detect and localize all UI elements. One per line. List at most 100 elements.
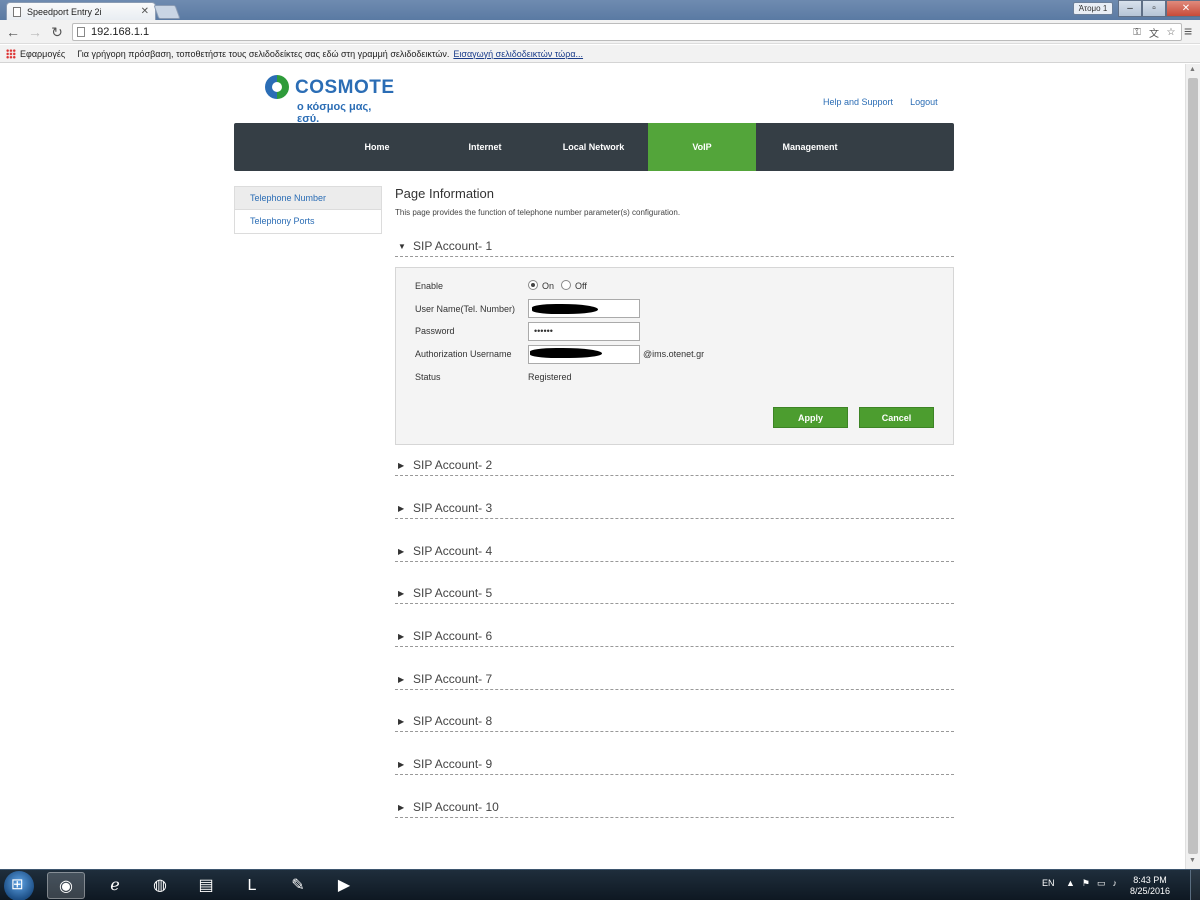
brand-name: COSMOTE	[295, 77, 395, 98]
volume-icon[interactable]: ♪	[1113, 878, 1118, 889]
media-player-taskbar-icon[interactable]: ▶	[325, 872, 363, 899]
collapsed-arrow-icon: ▶	[398, 760, 405, 769]
import-bookmarks-link[interactable]: Εισαγωγή σελιδοδεικτών τώρα...	[453, 49, 583, 59]
sip-account-title: SIP Account- 8	[413, 714, 493, 728]
browser-titlebar: Speedport Entry 2i ✕ Άτομο 1 – ▫ ✕	[0, 0, 1200, 20]
sidebar-item-telephony-ports[interactable]: Telephony Ports	[235, 210, 381, 233]
windows-taskbar: ◉ ℯ ◍ ▤ L ✎ ▶ EN ▲ ⚑ ▭ ♪ 8:43 PM 8/25/20…	[0, 869, 1200, 900]
bookmarks-bar: Εφαρμογές Για γρήγορη πρόσβαση, τοποθετή…	[0, 45, 1200, 63]
show-hidden-icons-icon[interactable]: ▲	[1066, 878, 1075, 889]
sip-account-header-5[interactable]: ▶ SIP Account- 5	[395, 586, 954, 604]
enable-off-radio[interactable]	[561, 280, 571, 290]
username-input[interactable]	[528, 299, 640, 318]
collapsed-arrow-icon: ▶	[398, 589, 405, 598]
browser-tab[interactable]: Speedport Entry 2i ✕	[6, 2, 156, 20]
apply-button[interactable]: Apply	[773, 407, 848, 428]
back-icon[interactable]: ←	[4, 23, 22, 41]
redacted-username	[532, 304, 598, 314]
url-text[interactable]: 192.168.1.1	[91, 26, 1130, 38]
nav-local-network[interactable]: Local Network	[539, 123, 648, 171]
scroll-down-icon[interactable]: ▼	[1189, 857, 1196, 864]
close-tab-icon[interactable]: ✕	[141, 6, 149, 17]
sip-account-header-1[interactable]: ▼ SIP Account- 1	[395, 239, 954, 257]
enable-on-radio[interactable]	[528, 280, 538, 290]
cosmote-logo[interactable]: COSMOTE ο κόσμος μας, εσύ.	[265, 75, 395, 125]
nav-management[interactable]: Management	[756, 123, 864, 171]
forward-icon[interactable]: →	[26, 23, 44, 41]
header-links: Help and Support Logout	[823, 97, 938, 107]
sip-account-header-7[interactable]: ▶ SIP Account- 7	[395, 672, 954, 690]
enable-off-label: Off	[575, 281, 587, 291]
profile-button[interactable]: Άτομο 1	[1073, 2, 1113, 15]
apps-icon[interactable]	[6, 48, 16, 59]
nav-internet[interactable]: Internet	[431, 123, 539, 171]
sidebar-item-telephone-number[interactable]: Telephone Number	[235, 187, 381, 210]
close-window-button[interactable]: ✕	[1166, 0, 1200, 17]
star-icon[interactable]: ☆	[1164, 27, 1178, 38]
system-clock[interactable]: 8:43 PM 8/25/2016	[1130, 875, 1170, 897]
status-label: Status	[415, 372, 441, 382]
clock-time: 8:43 PM	[1133, 875, 1167, 885]
sidebar: Telephone Number Telephony Ports	[234, 186, 382, 234]
sip-account-title: SIP Account- 5	[413, 586, 493, 600]
menu-icon[interactable]: ≡	[1184, 24, 1192, 38]
sip-account-header-8[interactable]: ▶ SIP Account- 8	[395, 714, 954, 732]
auth-username-input[interactable]	[528, 345, 640, 364]
sip-account-header-3[interactable]: ▶ SIP Account- 3	[395, 501, 954, 519]
scroll-up-icon[interactable]: ▲	[1189, 66, 1196, 73]
sip-account-title: SIP Account- 3	[413, 501, 493, 515]
sip-account-header-10[interactable]: ▶ SIP Account- 10	[395, 800, 954, 818]
status-value: Registered	[528, 372, 572, 382]
window-controls: – ▫ ✕	[1118, 0, 1200, 17]
translate-icon[interactable]: 文	[1147, 25, 1161, 40]
logout-link[interactable]: Logout	[910, 97, 938, 107]
sip-account-header-4[interactable]: ▶ SIP Account- 4	[395, 544, 954, 562]
sip-account-title: SIP Account- 10	[413, 800, 499, 814]
sip-account-header-6[interactable]: ▶ SIP Account- 6	[395, 629, 954, 647]
firefox-taskbar-icon[interactable]: ◍	[141, 872, 179, 899]
page-icon	[13, 6, 21, 17]
tool-taskbar-icon[interactable]: ✎	[279, 872, 317, 899]
password-input[interactable]: ••••••	[528, 322, 640, 341]
main-content: Page Information This page provides the …	[395, 186, 954, 818]
minimize-button[interactable]: –	[1118, 0, 1142, 17]
sip-account-header-9[interactable]: ▶ SIP Account- 9	[395, 757, 954, 775]
sip-account-title: SIP Account- 4	[413, 544, 493, 558]
page-scrollbar[interactable]: ▲ ▼	[1185, 64, 1200, 869]
apps-link[interactable]: Εφαρμογές	[20, 49, 65, 59]
league-launcher-taskbar-icon[interactable]: L	[233, 872, 271, 899]
nav-home[interactable]: Home	[323, 123, 431, 171]
sip-account-title: SIP Account- 1	[413, 239, 493, 253]
collapsed-arrow-icon: ▶	[398, 675, 405, 684]
sip-account-header-2[interactable]: ▶ SIP Account- 2	[395, 458, 954, 476]
start-button[interactable]	[4, 871, 34, 900]
nav-voip[interactable]: VoIP	[648, 123, 756, 171]
cancel-button[interactable]: Cancel	[859, 407, 934, 428]
auth-domain-suffix: @ims.otenet.gr	[643, 349, 705, 359]
file-explorer-taskbar-icon[interactable]: ▤	[187, 872, 225, 899]
page-title: Page Information	[395, 186, 495, 201]
redacted-auth-username	[530, 348, 602, 358]
internet-explorer-taskbar-icon[interactable]: ℯ	[96, 872, 134, 899]
action-center-flag-icon[interactable]: ⚑	[1082, 878, 1090, 889]
show-desktop-button[interactable]	[1190, 870, 1200, 900]
reload-icon[interactable]: ↻	[48, 23, 66, 41]
page-icon	[77, 27, 85, 37]
auth-username-label: Authorization Username	[415, 349, 512, 359]
collapsed-arrow-icon: ▶	[398, 717, 405, 726]
language-indicator[interactable]: EN	[1042, 878, 1055, 888]
network-icon[interactable]: ▭	[1097, 878, 1106, 889]
cosmote-logo-mark	[265, 75, 289, 99]
collapsed-arrow-icon: ▶	[398, 461, 405, 470]
chrome-taskbar-icon[interactable]: ◉	[47, 872, 85, 899]
maximize-button[interactable]: ▫	[1142, 0, 1166, 17]
new-tab-button[interactable]	[153, 5, 181, 19]
help-link[interactable]: Help and Support	[823, 97, 893, 107]
enable-on-label: On	[542, 281, 555, 291]
sip-account-title: SIP Account- 6	[413, 629, 493, 643]
address-bar[interactable]: 192.168.1.1 ⚿ 文 ☆	[72, 23, 1182, 41]
key-icon[interactable]: ⚿	[1130, 27, 1144, 38]
scroll-thumb[interactable]	[1188, 78, 1198, 854]
main-nav: Home Internet Local Network VoIP Managem…	[234, 123, 954, 171]
clock-date: 8/25/2016	[1130, 886, 1171, 896]
